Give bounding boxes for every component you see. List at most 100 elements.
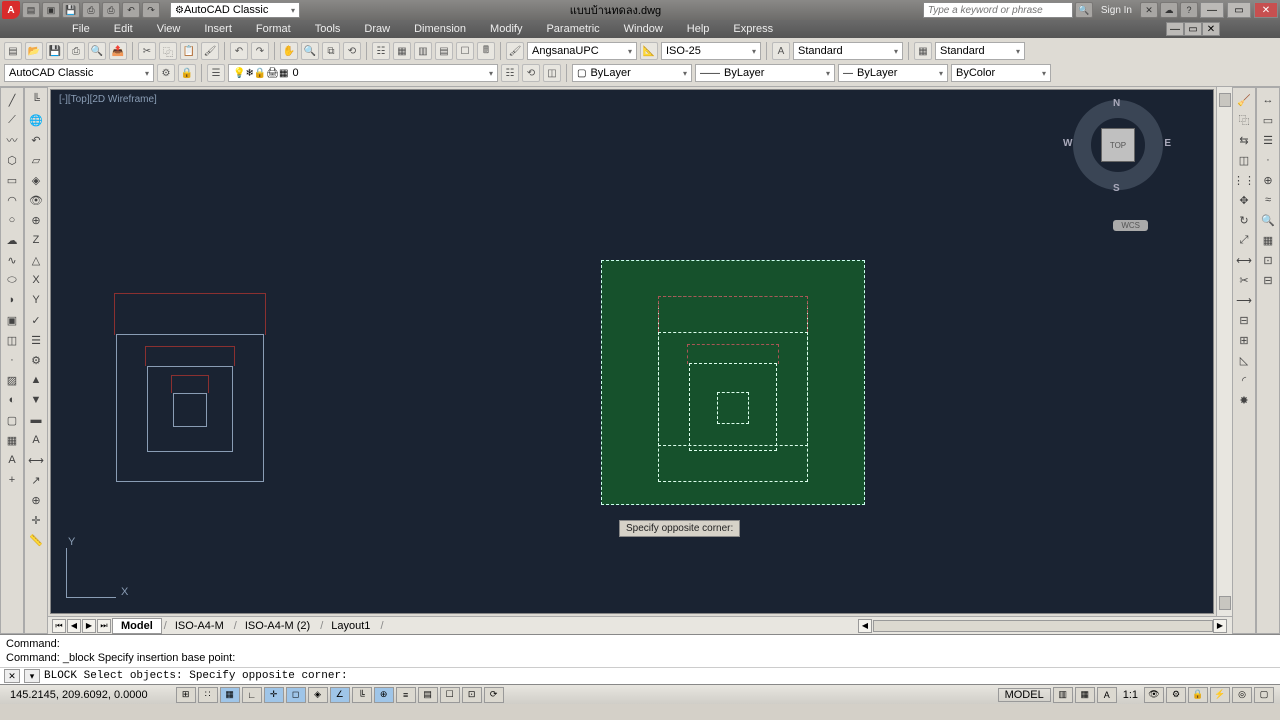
copy-icon[interactable]: ⿻ bbox=[159, 42, 177, 60]
doc-restore-button[interactable]: ▭ bbox=[1184, 22, 1202, 36]
ucs-object-icon[interactable]: ◈ bbox=[26, 170, 46, 190]
ucs-y-icon[interactable]: Y bbox=[26, 290, 46, 310]
undo-icon[interactable]: ↶ bbox=[230, 42, 248, 60]
publish-icon[interactable]: 📤 bbox=[109, 42, 127, 60]
erase-icon[interactable]: 🧹 bbox=[1234, 90, 1254, 110]
layer-prev-icon[interactable]: ⟲ bbox=[522, 64, 540, 82]
extend-icon[interactable]: ⟶ bbox=[1234, 290, 1254, 310]
region-icon[interactable]: ▢ bbox=[2, 410, 22, 430]
sb-ws-icon[interactable]: ⚙ bbox=[1166, 687, 1186, 703]
ungroup-icon[interactable]: ⊟ bbox=[1258, 270, 1278, 290]
viewcube-w[interactable]: W bbox=[1063, 138, 1072, 149]
plot-icon[interactable]: ⎙ bbox=[67, 42, 85, 60]
sb-snap-icon[interactable]: ∷ bbox=[198, 687, 218, 703]
addselected-icon[interactable]: + bbox=[2, 470, 22, 490]
sb-lock-icon[interactable]: 🔒 bbox=[1188, 687, 1208, 703]
lineweight-dropdown[interactable]: — ByLayer bbox=[838, 64, 948, 82]
qat-plot-icon[interactable]: ⎙ bbox=[102, 2, 120, 18]
menu-parametric[interactable]: Parametric bbox=[534, 20, 611, 38]
qat-save-icon[interactable]: 💾 bbox=[62, 2, 80, 18]
move-icon[interactable]: ✥ bbox=[1234, 190, 1254, 210]
viewport-label[interactable]: [-][Top][2D Wireframe] bbox=[59, 94, 157, 105]
makeblock-icon[interactable]: ◫ bbox=[2, 330, 22, 350]
scroll-down-button[interactable] bbox=[1219, 596, 1231, 610]
dducs-icon[interactable]: ⚙ bbox=[26, 350, 46, 370]
leader-icon[interactable]: ↗ bbox=[26, 470, 46, 490]
mirror-icon[interactable]: ⇆ bbox=[1234, 130, 1254, 150]
signin-link[interactable]: Sign In bbox=[1095, 5, 1138, 16]
sb-am-icon[interactable]: ⟳ bbox=[484, 687, 504, 703]
scale-icon[interactable]: ⤢ bbox=[1234, 230, 1254, 250]
infocenter-icon[interactable]: 🔍 bbox=[1075, 2, 1093, 18]
dimstyle-dropdown[interactable]: ISO-25 bbox=[661, 42, 761, 60]
coordinates[interactable]: 145.2145, 209.6092, 0.0000 bbox=[6, 689, 152, 701]
model-space-toggle[interactable]: MODEL bbox=[998, 688, 1051, 702]
ucs-world-icon[interactable]: 🌐 bbox=[26, 110, 46, 130]
markup-icon[interactable]: ☐ bbox=[456, 42, 474, 60]
command-input[interactable]: BLOCK Select objects: Specify opposite c… bbox=[44, 670, 348, 682]
menu-help[interactable]: Help bbox=[675, 20, 722, 38]
layer-states-icon[interactable]: ☷ bbox=[501, 64, 519, 82]
meas-icon[interactable]: 📏 bbox=[26, 530, 46, 550]
sb-qp-icon[interactable]: ☐ bbox=[440, 687, 460, 703]
exchange-icon[interactable]: ✕ bbox=[1140, 2, 1158, 18]
cmd-close-icon[interactable]: ✕ bbox=[4, 669, 20, 683]
vertical-scrollbar[interactable] bbox=[1216, 87, 1232, 616]
ucs-origin-icon[interactable]: ⊕ bbox=[26, 210, 46, 230]
sb-qv-drawings-icon[interactable]: ▦ bbox=[1075, 687, 1095, 703]
layer-props-icon[interactable]: ☰ bbox=[207, 64, 225, 82]
cmd-recent-icon[interactable]: ▾ bbox=[24, 669, 40, 683]
minimize-button[interactable]: — bbox=[1200, 2, 1224, 18]
sb-hardware-icon[interactable]: ⚡ bbox=[1210, 687, 1230, 703]
layer-dropdown[interactable]: 💡❄🔒🖨▦ 0 bbox=[228, 64, 498, 82]
sheetset-icon[interactable]: ▤ bbox=[435, 42, 453, 60]
viewcube-s[interactable]: S bbox=[1113, 183, 1120, 194]
spline-icon[interactable]: ∿ bbox=[2, 250, 22, 270]
linetype-dropdown[interactable]: —— ByLayer bbox=[695, 64, 835, 82]
ellipsearc-icon[interactable]: ◗ bbox=[2, 290, 22, 310]
ucs-prev-icon[interactable]: ↶ bbox=[26, 130, 46, 150]
draworder-icon[interactable]: ▲ bbox=[26, 370, 46, 390]
toolpalette-icon[interactable]: ▥ bbox=[414, 42, 432, 60]
sb-3dosnap-icon[interactable]: ◈ bbox=[308, 687, 328, 703]
qselect-icon[interactable]: 🔍 bbox=[1258, 210, 1278, 230]
menu-insert[interactable]: Insert bbox=[192, 20, 244, 38]
sb-annoscale-icon[interactable]: A bbox=[1097, 687, 1117, 703]
drawing-canvas[interactable]: [-][Top][2D Wireframe] TOP N S W E WCS bbox=[50, 89, 1214, 614]
zoom-icon[interactable]: 🔍 bbox=[301, 42, 319, 60]
sb-lwt-icon[interactable]: ≡ bbox=[396, 687, 416, 703]
menu-modify[interactable]: Modify bbox=[478, 20, 534, 38]
sb-annovis-icon[interactable]: 👁 bbox=[1144, 687, 1164, 703]
chamfer-icon[interactable]: ◺ bbox=[1234, 350, 1254, 370]
viewcube[interactable]: TOP N S W E bbox=[1073, 100, 1163, 190]
list-icon[interactable]: ☰ bbox=[1258, 130, 1278, 150]
sb-tpy-icon[interactable]: ▤ bbox=[418, 687, 438, 703]
menu-file[interactable]: File bbox=[60, 20, 102, 38]
doc-minimize-button[interactable]: — bbox=[1166, 22, 1184, 36]
id-icon[interactable]: · bbox=[1258, 150, 1278, 170]
qat-saveas-icon[interactable]: ⎙ bbox=[82, 2, 100, 18]
paste-icon[interactable]: 📋 bbox=[180, 42, 198, 60]
ucs-x-icon[interactable]: X bbox=[26, 270, 46, 290]
ucs-face-icon[interactable]: ▱ bbox=[26, 150, 46, 170]
sb-ducs-icon[interactable]: ╚ bbox=[352, 687, 372, 703]
help-icon[interactable]: ? bbox=[1180, 2, 1198, 18]
line-icon[interactable]: ╱ bbox=[2, 90, 22, 110]
tab-layout1[interactable]: ISO-A4-M bbox=[167, 619, 232, 633]
cut-icon[interactable]: ✂ bbox=[138, 42, 156, 60]
layer-iso-icon[interactable]: ◫ bbox=[543, 64, 561, 82]
open-icon[interactable]: 📂 bbox=[25, 42, 43, 60]
tab-prev-icon[interactable]: ◀ bbox=[67, 619, 81, 633]
dc-icon[interactable]: ▦ bbox=[393, 42, 411, 60]
sb-otrack-icon[interactable]: ∠ bbox=[330, 687, 350, 703]
hscroll-left-icon[interactable]: ◀ bbox=[858, 619, 872, 633]
rotate-icon[interactable]: ↻ bbox=[1234, 210, 1254, 230]
sb-infer-icon[interactable]: ⊞ bbox=[176, 687, 196, 703]
point-icon[interactable]: · bbox=[2, 350, 22, 370]
sb-clean-icon[interactable]: ▢ bbox=[1254, 687, 1274, 703]
tab-layout3[interactable]: Layout1 bbox=[323, 619, 378, 633]
stretch-icon[interactable]: ⟷ bbox=[1234, 250, 1254, 270]
dim-icon[interactable]: ⟷ bbox=[26, 450, 46, 470]
sb-qv-layouts-icon[interactable]: ▥ bbox=[1053, 687, 1073, 703]
qat-undo-icon[interactable]: ↶ bbox=[122, 2, 140, 18]
